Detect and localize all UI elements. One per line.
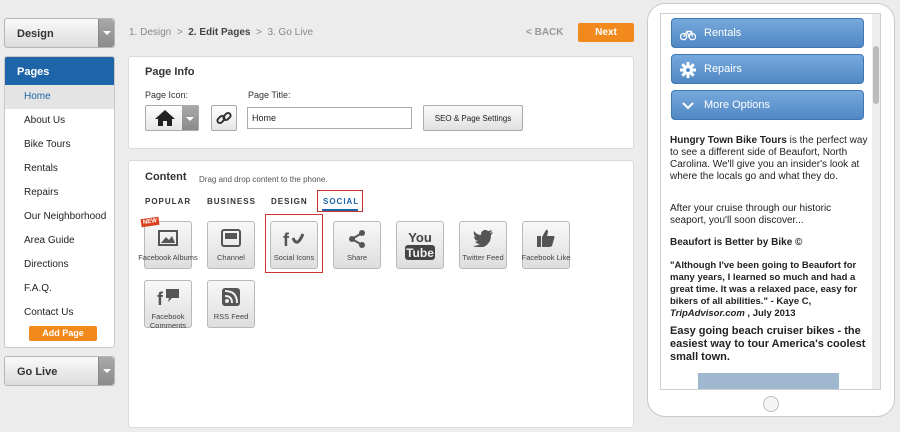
facebook-comments-icon: f	[157, 289, 179, 307]
tab-business[interactable]: BUSINESS	[207, 197, 256, 206]
widget-share[interactable]: Share	[333, 221, 381, 269]
pages-header: Pages	[5, 57, 114, 85]
page-info-card	[128, 56, 634, 149]
bicycle-icon	[680, 30, 696, 41]
chevron-down-icon	[98, 19, 114, 47]
phone-nav-more-options[interactable]: More Options	[671, 90, 864, 120]
widget-twitter-feed[interactable]: Twitter Feed	[459, 221, 507, 269]
page-item-repairs[interactable]: Repairs	[5, 181, 114, 205]
phone-para2: After your cruise through our historic s…	[670, 203, 832, 226]
design-label: Design	[17, 28, 54, 40]
widget-facebook-comments[interactable]: f Facebook Comments	[144, 280, 192, 330]
phone-home-button	[763, 396, 779, 412]
widget-rss-feed[interactable]: RSS Feed	[207, 280, 255, 328]
page-icon-select[interactable]	[145, 105, 199, 131]
widget-youtube[interactable]: You Tube	[396, 221, 444, 269]
page-item-contact-us[interactable]: Contact Us	[5, 301, 114, 325]
widget-social-icons[interactable]: f Social Icons	[270, 221, 318, 269]
phone-screen: Rentals Repairs More Options Hungry Town…	[660, 13, 881, 390]
phone-quote-text: "Although I've been going to Beaufort fo…	[670, 260, 857, 307]
svg-text:You: You	[408, 230, 432, 245]
page-item-home[interactable]: Home	[5, 85, 114, 109]
step-breadcrumb: 1. Design > 2. Edit Pages > 3. Go Live	[129, 27, 313, 38]
chevron-down-icon	[682, 102, 694, 110]
widget-label: Twitter Feed	[462, 253, 504, 262]
page-item-faq[interactable]: F.A.Q.	[5, 277, 114, 301]
content-card	[128, 160, 634, 428]
phone-nav-repairs[interactable]: Repairs	[671, 54, 864, 84]
phone-quote-source[interactable]: TripAdvisor.com	[670, 308, 745, 319]
back-button[interactable]: < BACK	[526, 27, 564, 38]
phone-quote-date: , July 2013	[744, 308, 796, 319]
twitter-bird-icon	[473, 229, 493, 247]
page-item-about-us[interactable]: About Us	[5, 109, 114, 133]
widget-label: Facebook Comments	[149, 312, 187, 330]
chevron-down-icon	[98, 357, 114, 385]
page-item-directions[interactable]: Directions	[5, 253, 114, 277]
phone-nav-label: Rentals	[704, 27, 742, 39]
next-button[interactable]: Next	[578, 23, 634, 42]
rss-icon	[222, 288, 240, 306]
phone-scrollbar[interactable]	[872, 14, 880, 389]
svg-text:Tube: Tube	[406, 246, 434, 260]
phone-quote: "Although I've been going to Beaufort fo…	[670, 260, 870, 320]
link-icon	[216, 111, 232, 125]
page-info-title: Page Info	[145, 66, 195, 78]
phone-heading: Beaufort is Better by Bike ©	[670, 237, 803, 248]
chevron-down-icon	[182, 106, 198, 130]
social-icons-icon: f	[283, 230, 305, 250]
page-item-our-neighborhood[interactable]: Our Neighborhood	[5, 205, 114, 229]
tab-design[interactable]: DESIGN	[271, 197, 308, 206]
content-title: Content	[145, 171, 187, 183]
step-go-live[interactable]: 3. Go Live	[267, 27, 313, 38]
thumbs-up-icon	[537, 229, 555, 247]
svg-text:f: f	[283, 230, 290, 250]
page-title-label: Page Title:	[248, 90, 291, 100]
page-item-bike-tours[interactable]: Bike Tours	[5, 133, 114, 157]
youtube-icon: You Tube	[405, 230, 435, 260]
phone-tagline: Easy going beach cruiser bikes - the eas…	[670, 325, 866, 363]
tab-highlight-box	[317, 190, 363, 212]
svg-text:f: f	[157, 289, 164, 307]
page-icon-label: Page Icon:	[145, 90, 189, 100]
design-dropdown[interactable]: Design	[4, 18, 115, 48]
phone-nav-label: Repairs	[704, 63, 742, 75]
widget-facebook-albums[interactable]: NEW Facebook Albums	[138, 216, 198, 269]
phone-nav-label: More Options	[704, 99, 771, 111]
widget-label: Channel	[217, 253, 245, 262]
phone-intro-text: Hungry Town Bike Tours is the perfect wa…	[670, 135, 870, 183]
step-design[interactable]: 1. Design	[129, 27, 171, 38]
go-live-label: Go Live	[17, 366, 58, 378]
tab-popular[interactable]: POPULAR	[145, 197, 191, 206]
widget-label: Facebook Albums	[138, 253, 198, 262]
phone-nav-rentals[interactable]: Rentals	[671, 18, 864, 48]
add-page-button[interactable]: Add Page	[29, 326, 97, 341]
page-item-area-guide[interactable]: Area Guide	[5, 229, 114, 253]
widget-channel[interactable]: Channel	[207, 221, 255, 269]
phone-content-image	[698, 373, 839, 389]
pages-panel: Pages Home About Us Bike Tours Rentals R…	[4, 56, 115, 348]
widget-label: Facebook Like	[521, 253, 571, 262]
facebook-albums-icon	[158, 230, 178, 246]
page-item-rentals[interactable]: Rentals	[5, 157, 114, 181]
step-edit-pages: 2. Edit Pages	[188, 27, 251, 38]
scrollbar-thumb[interactable]	[873, 46, 879, 104]
share-icon	[349, 230, 365, 248]
content-subtitle: Drag and drop content to the phone.	[199, 175, 328, 184]
phone-quote-author: - Kaye C,	[767, 296, 812, 307]
seo-page-settings-button[interactable]: SEO & Page Settings	[423, 105, 523, 131]
step-separator: >	[256, 27, 262, 38]
phone-intro-bold: Hungry Town Bike Tours	[670, 135, 787, 146]
widget-label: Share	[346, 253, 367, 262]
widget-label: Social Icons	[273, 253, 315, 262]
widget-label: RSS Feed	[213, 312, 249, 321]
widget-facebook-like[interactable]: Facebook Like	[522, 221, 570, 269]
page-title-input[interactable]	[247, 107, 412, 129]
page-link-button[interactable]	[211, 105, 237, 131]
gear-icon	[680, 62, 696, 78]
step-separator: >	[176, 27, 183, 38]
youtube-channel-icon	[221, 229, 241, 247]
go-live-dropdown[interactable]: Go Live	[4, 356, 115, 386]
home-icon	[155, 110, 175, 126]
